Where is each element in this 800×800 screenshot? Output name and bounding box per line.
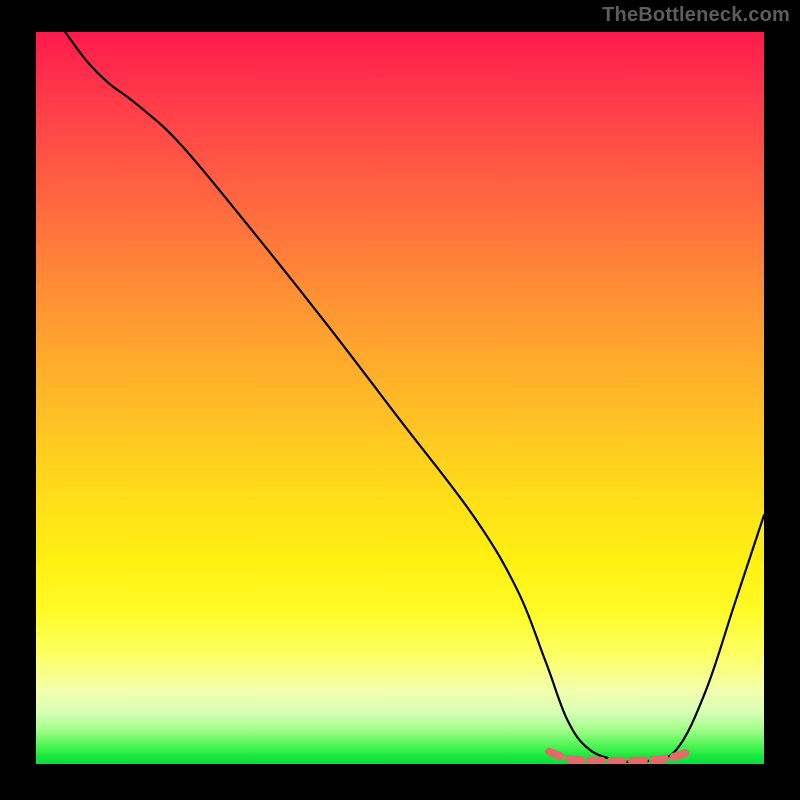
bottleneck-curve [65,32,764,762]
optimal-band [549,752,687,761]
chart-frame: TheBottleneck.com [0,0,800,800]
plot-area [36,32,764,764]
watermark-text: TheBottleneck.com [602,4,790,27]
curve-layer [36,32,764,764]
